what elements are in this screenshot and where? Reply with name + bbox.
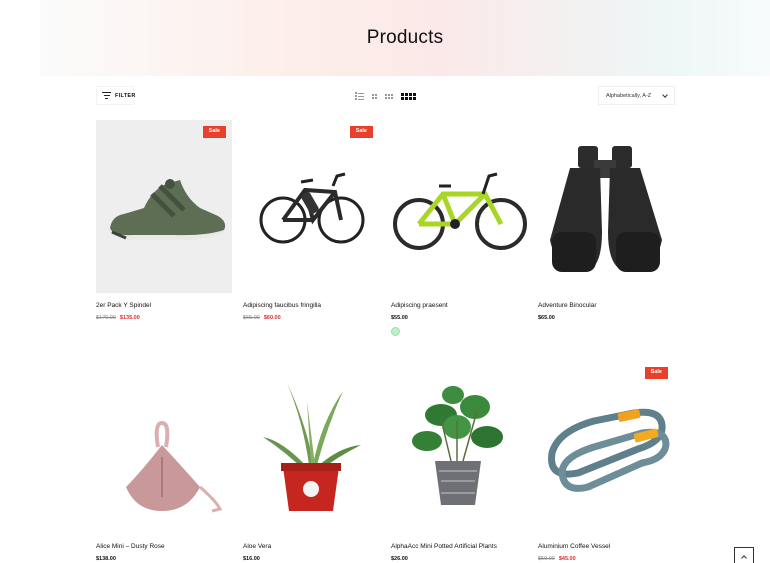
regular-price: $65.00 bbox=[538, 315, 555, 321]
filter-button[interactable]: FILTER bbox=[96, 86, 136, 105]
regular-price: $16.00 bbox=[243, 556, 260, 562]
collection-toolbar: FILTER Alphabetically, A-Z bbox=[96, 86, 675, 106]
sale-badge: Sale bbox=[349, 126, 373, 138]
view-switcher bbox=[355, 92, 416, 100]
product-image-green-bike[interactable] bbox=[391, 120, 527, 293]
grid-3-view-icon[interactable] bbox=[385, 93, 393, 99]
filter-label: FILTER bbox=[115, 92, 136, 99]
sale-price: $60.00 bbox=[263, 315, 281, 321]
product-image-potted-plant[interactable] bbox=[391, 361, 527, 534]
product-price: $55.00 bbox=[391, 315, 408, 321]
product-image-sandal[interactable]: Sale bbox=[96, 120, 232, 293]
product-title[interactable]: Aloe Vera bbox=[243, 543, 271, 550]
product-image-binocular[interactable] bbox=[538, 120, 674, 293]
color-swatch[interactable] bbox=[391, 327, 400, 336]
product-title[interactable]: Adipiscing faucibus fringilla bbox=[243, 302, 321, 309]
sort-select[interactable]: Alphabetically, A-Z bbox=[598, 86, 675, 105]
chevron-down-icon bbox=[662, 91, 668, 98]
sale-badge: Sale bbox=[202, 126, 226, 138]
product-price: $138.00 bbox=[96, 556, 116, 562]
product-title[interactable]: 2er Pack Y Spindel bbox=[96, 302, 151, 309]
product-title[interactable]: Aluminium Coffee Vessel bbox=[538, 543, 610, 550]
product-image-ebike[interactable]: Sale bbox=[243, 120, 379, 293]
product-price: $16.00 bbox=[243, 556, 260, 562]
chevron-up-icon bbox=[741, 555, 747, 561]
product-image-carabiner[interactable]: Sale bbox=[538, 361, 674, 534]
sale-badge: Sale bbox=[644, 367, 668, 379]
regular-price: $138.00 bbox=[96, 556, 116, 562]
product-image-handbag[interactable] bbox=[96, 361, 232, 534]
product-price: $65.00 bbox=[538, 315, 555, 321]
filter-icon bbox=[102, 92, 111, 99]
grid-2-view-icon[interactable] bbox=[372, 93, 377, 99]
product-price: $170.00 $135.00 bbox=[96, 315, 140, 321]
product-title[interactable]: Adipiscing praesent bbox=[391, 302, 448, 309]
sale-price: $135.00 bbox=[119, 315, 140, 321]
product-image-aloe-vera[interactable] bbox=[243, 361, 379, 534]
compare-at-price: $59.00 bbox=[538, 556, 555, 562]
list-view-icon[interactable] bbox=[355, 92, 364, 100]
back-to-top-button[interactable] bbox=[734, 547, 754, 563]
page-hero: Products bbox=[40, 0, 770, 76]
product-price: $59.00 $45.00 bbox=[538, 556, 576, 562]
product-title[interactable]: Alice Mini – Dusty Rose bbox=[96, 543, 165, 550]
compare-at-price: $170.00 bbox=[96, 315, 116, 321]
regular-price: $55.00 bbox=[391, 315, 408, 321]
page-title: Products bbox=[366, 27, 444, 48]
sort-selected-value: Alphabetically, A-Z bbox=[606, 92, 652, 99]
product-price: $26.00 bbox=[391, 556, 408, 562]
grid-4-view-icon[interactable] bbox=[401, 92, 416, 100]
compare-at-price: $65.00 bbox=[243, 315, 260, 321]
product-title[interactable]: AlphaAcc Mini Potted Artificial Plants bbox=[391, 543, 497, 550]
sale-price: $45.00 bbox=[558, 556, 576, 562]
product-price: $65.00 $60.00 bbox=[243, 315, 281, 321]
regular-price: $26.00 bbox=[391, 556, 408, 562]
product-title[interactable]: Adventure Binocular bbox=[538, 302, 597, 309]
